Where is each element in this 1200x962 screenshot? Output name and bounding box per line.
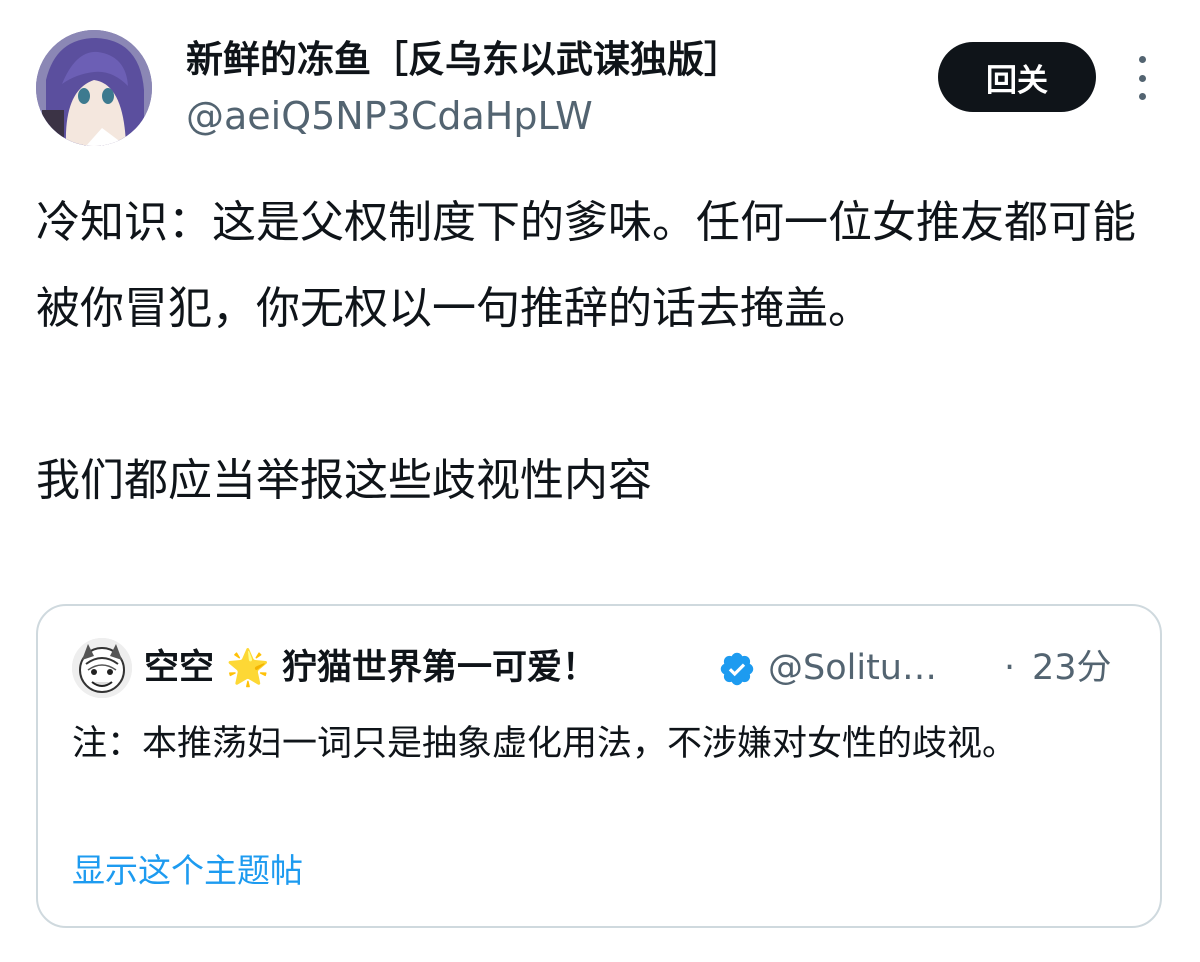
sparkle-emoji-icon: 🌟 <box>226 648 270 688</box>
quoted-author-name-suffix: 狞猫世界第一可爱！ <box>281 648 597 688</box>
tweet-header: 新鲜的冻鱼［反乌东以武谋独版］ @aeiQ5NP3CdaHpLW 回关 <box>0 0 1200 170</box>
verified-badge-icon <box>720 652 754 686</box>
more-vertical-icon[interactable] <box>1128 56 1156 100</box>
author-handle[interactable]: @aeiQ5NP3CdaHpLW <box>186 92 593 140</box>
quoted-author-avatar[interactable] <box>72 638 132 698</box>
more-dot <box>1138 74 1146 82</box>
meta-separator: · <box>1004 648 1016 688</box>
show-thread-link[interactable]: 显示这个主题帖 <box>72 846 303 896</box>
quoted-author-name-main: 空空 <box>144 648 215 688</box>
quoted-author-handle[interactable]: @Solitu… <box>768 642 937 694</box>
author-display-name[interactable]: 新鲜的冻鱼［反乌东以武谋独版］ <box>186 36 741 84</box>
quoted-timestamp[interactable]: 23分 <box>1032 642 1112 694</box>
quoted-author-name[interactable]: 空空 🌟 狞猫世界第一可爱！ <box>144 642 597 694</box>
quoted-tweet-text: 注：本推荡妇一词只是抽象虚化用法，不涉嫌对女性的歧视。 <box>72 724 1018 764</box>
author-avatar[interactable] <box>36 30 152 146</box>
quoted-tweet-card[interactable]: 空空 🌟 狞猫世界第一可爱！ @Solitu… · 23分 注：本推荡妇一词只是… <box>36 604 1162 928</box>
follow-back-button[interactable]: 回关 <box>938 42 1096 112</box>
more-dot <box>1138 56 1146 63</box>
tweet-body-text: 冷知识：这是父权制度下的爹味。任何一位女推友都可能被你冒犯，你无权以一句推辞的话… <box>36 197 1136 506</box>
more-dot <box>1138 93 1146 100</box>
